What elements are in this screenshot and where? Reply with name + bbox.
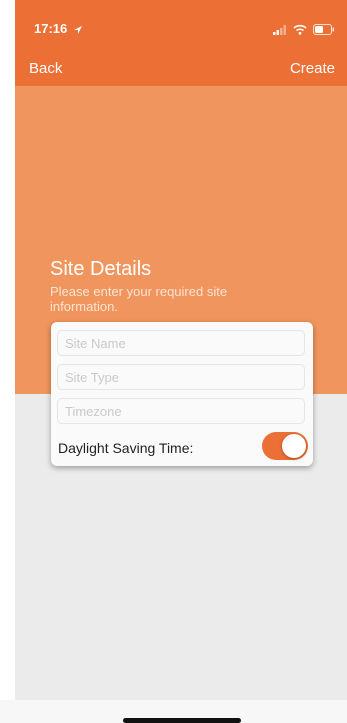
site-details-card: Daylight Saving Time: [51, 322, 313, 466]
site-name-input[interactable] [57, 330, 305, 356]
wifi-icon [293, 22, 307, 40]
status-time: 17:16 [34, 21, 68, 36]
signal-icon [273, 22, 287, 40]
navigation-bar: Back Create [15, 48, 347, 86]
home-indicator[interactable] [123, 718, 241, 723]
dst-toggle[interactable] [262, 432, 308, 460]
app-screen: 17:16 Back Create Site Details Please en… [15, 0, 347, 723]
toggle-knob [282, 434, 306, 458]
site-type-input[interactable] [57, 364, 305, 390]
back-button[interactable]: Back [29, 60, 62, 77]
status-bar: 17:16 [15, 0, 347, 48]
dst-label: Daylight Saving Time: [58, 440, 194, 456]
battery-icon [313, 22, 335, 40]
timezone-input[interactable] [57, 398, 305, 424]
location-arrow-icon [73, 22, 83, 40]
page-title: Site Details [50, 258, 152, 280]
create-button[interactable]: Create [290, 60, 335, 77]
status-icons [273, 22, 335, 40]
page-subtitle: Please enter your required site informat… [50, 284, 228, 314]
